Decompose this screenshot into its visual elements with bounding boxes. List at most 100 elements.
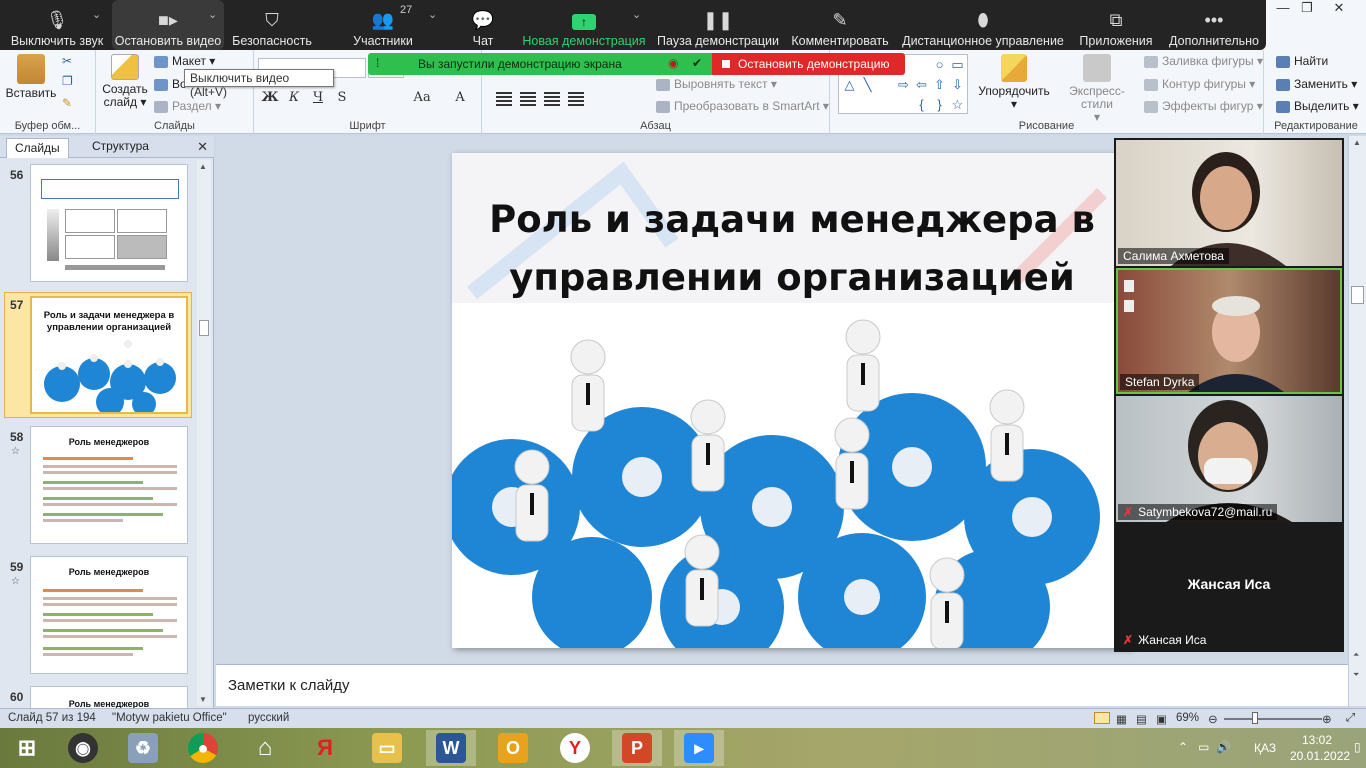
zoom-level[interactable]: 69% [1176,712,1199,724]
apps-button[interactable]: ⧉ Приложения [1074,0,1158,50]
slide-thumbnail[interactable] [30,164,188,282]
participants-caret-icon[interactable]: ⌄ [428,8,437,21]
slide-thumbnail[interactable]: Роль менеджеров [30,556,188,674]
arrow-right-shape-icon[interactable]: ⇨ [895,77,912,92]
section-button[interactable]: Раздел ▾ [154,99,221,113]
clock-date[interactable]: 20.01.2022 [1290,749,1350,763]
arrow-left-shape-icon[interactable]: ⇦ [913,77,930,92]
participant-video-tile[interactable]: ✗ Satymbekova72@mail.ru [1116,396,1342,522]
slide-thumbnail-row[interactable]: 58 ☆ Роль менеджеров [0,426,196,550]
participant-video-tile-off[interactable]: Жансая Иса ✗ Жансая Иса [1116,524,1342,650]
zoom-out-icon[interactable]: ⊖ [1208,712,1218,726]
align-text-button[interactable]: Выровнять текст ▾ [656,77,777,91]
share-options-caret-icon[interactable]: ⌄ [632,8,641,21]
line-shape-icon[interactable]: ╲ [859,77,876,92]
slide-thumbnail[interactable]: Роль менеджеров [30,686,188,708]
more-button[interactable]: ••• Дополнительно [1164,0,1264,50]
video-options-caret-icon[interactable]: ⌄ [208,8,217,21]
align-right-icon[interactable] [544,92,560,106]
reset-button[interactable]: Во [154,77,187,91]
arrow-down-shape-icon[interactable]: ⇩ [949,77,966,92]
restore-icon[interactable]: ❐ [1290,0,1324,20]
slide-thumbnail-selected[interactable]: Роль и задачи менеджера в управлении орг… [30,296,188,414]
close-window-icon[interactable]: ✕ [1322,0,1356,20]
shape-effects-button[interactable]: Эффекты фигур ▾ [1144,99,1263,113]
zoom-in-icon[interactable]: ⊕ [1322,712,1332,726]
volume-icon[interactable]: 🔊 [1216,740,1231,754]
align-left-icon[interactable] [496,92,512,106]
paste-button[interactable]: Вставить [4,54,58,100]
cut-icon[interactable]: ✂ [62,54,72,68]
slide-thumbnail[interactable]: Роль менеджеров [30,426,188,544]
replace-button[interactable]: Заменить ▾ [1276,77,1357,91]
zoom-slider[interactable] [1224,718,1322,720]
copy-icon[interactable]: ❐ [62,74,73,88]
slide-area-scrollbar[interactable]: ▲ ⏶ ⏷ [1348,136,1366,706]
participants-button[interactable]: 👥 Участники [340,0,426,50]
next-slide-icon[interactable]: ⏷ [1353,670,1359,680]
stop-share-button[interactable]: Остановить демонстрацию [712,53,905,75]
star-shape-icon[interactable]: ☆ [949,97,966,112]
slide-sorter-icon[interactable]: ▦ [1116,712,1127,726]
layout-button[interactable]: Макет ▾ [154,54,215,68]
slide-thumbnail-row[interactable]: 60 Роль менеджеров [0,686,196,708]
arrange-button[interactable]: Упорядочить ▾ [976,54,1052,111]
security-button[interactable]: ⛉ Безопасность [228,0,316,50]
start-button[interactable]: ⊞ [2,730,52,766]
keyboard-language[interactable]: ҚАЗ [1254,741,1276,755]
shape-fill-button[interactable]: Заливка фигуры ▾ [1144,54,1263,68]
taskbar-home[interactable]: ⌂ [240,730,290,766]
taskbar-outlook[interactable]: O [488,730,538,766]
participant-video-tile[interactable]: Салима Ахметова [1116,140,1342,266]
triangle-shape-icon[interactable]: △ [841,77,858,92]
taskbar-speaker-app[interactable]: ◉ [58,730,108,766]
active-speaker-video-tile[interactable]: Stefan Dyrka [1116,268,1342,394]
taskbar-yandex-browser[interactable]: Y [550,730,600,766]
slide-title[interactable]: Роль и задачи менеджера в управлении орг… [472,191,1112,307]
new-slide-button[interactable]: Создать слайд ▾ [100,54,150,109]
fit-to-window-icon[interactable]: ⤢ [1346,712,1355,725]
align-center-icon[interactable] [520,92,536,106]
close-panel-icon[interactable]: ✕ [197,139,208,155]
remote-control-button[interactable]: ⬮ Дистанционное управление [900,0,1066,50]
shape-outline-button[interactable]: Контур фигуры ▾ [1144,77,1255,91]
smartart-button[interactable]: Преобразовать в SmartArt ▾ [656,99,829,113]
current-slide[interactable]: Роль и задачи менеджера в управлении орг… [452,153,1132,648]
reading-view-icon[interactable]: ▤ [1136,712,1147,726]
chat-button[interactable]: 💬 Чат [456,0,510,50]
brace-shape-icon[interactable]: { [913,97,930,112]
justify-icon[interactable] [568,92,584,106]
taskbar-zoom[interactable]: ▸ [674,730,724,766]
taskbar-explorer[interactable]: ▭ [362,730,412,766]
language-indicator[interactable]: русский [248,712,289,724]
show-hidden-icons[interactable]: ⌃ [1178,740,1188,754]
rounded-rect-shape-icon[interactable]: ▭ [949,57,966,72]
taskbar-chrome[interactable]: ● [178,730,228,766]
bold-button[interactable]: Ж [260,90,280,108]
arrow-up-shape-icon[interactable]: ⇧ [931,77,948,92]
grip-icon[interactable]: ⁞ [376,56,379,70]
slides-panel-scrollbar[interactable]: ▲ ▼ [197,160,211,706]
change-case-button[interactable]: Аа [408,90,436,108]
audio-options-caret-icon[interactable]: ⌄ [92,8,101,21]
tab-outline[interactable]: Структура [92,139,149,153]
underline-button[interactable]: Ч [308,90,328,108]
font-color-button[interactable]: А [450,90,470,108]
slide-thumbnail-row[interactable]: 56 [0,164,196,288]
quick-styles-button[interactable]: Экспресс-стили ▾ [1056,54,1138,124]
previous-slide-icon[interactable]: ⏶ [1353,650,1359,660]
notifications-icon[interactable]: ▯ [1354,740,1361,754]
pause-share-button[interactable]: ❚❚ Пауза демонстрации [656,0,780,50]
clock-time[interactable]: 13:02 [1302,733,1332,747]
select-button[interactable]: Выделить ▾ [1276,99,1359,113]
taskbar-word[interactable]: W [426,730,476,766]
taskbar-yandex[interactable]: Я [300,730,350,766]
network-icon[interactable]: ▭ [1198,740,1209,754]
theme-name[interactable]: "Motyw pakietu Office" [112,712,227,724]
taskbar-powerpoint[interactable]: P [612,730,662,766]
slide-thumbnail-row[interactable]: 59 ☆ Роль менеджеров [0,556,196,680]
brace-close-shape-icon[interactable]: } [931,97,948,112]
ellipse-shape-icon[interactable]: ○ [931,57,948,72]
format-painter-icon[interactable]: ✎ [62,96,72,110]
italic-button[interactable]: К [284,90,304,108]
